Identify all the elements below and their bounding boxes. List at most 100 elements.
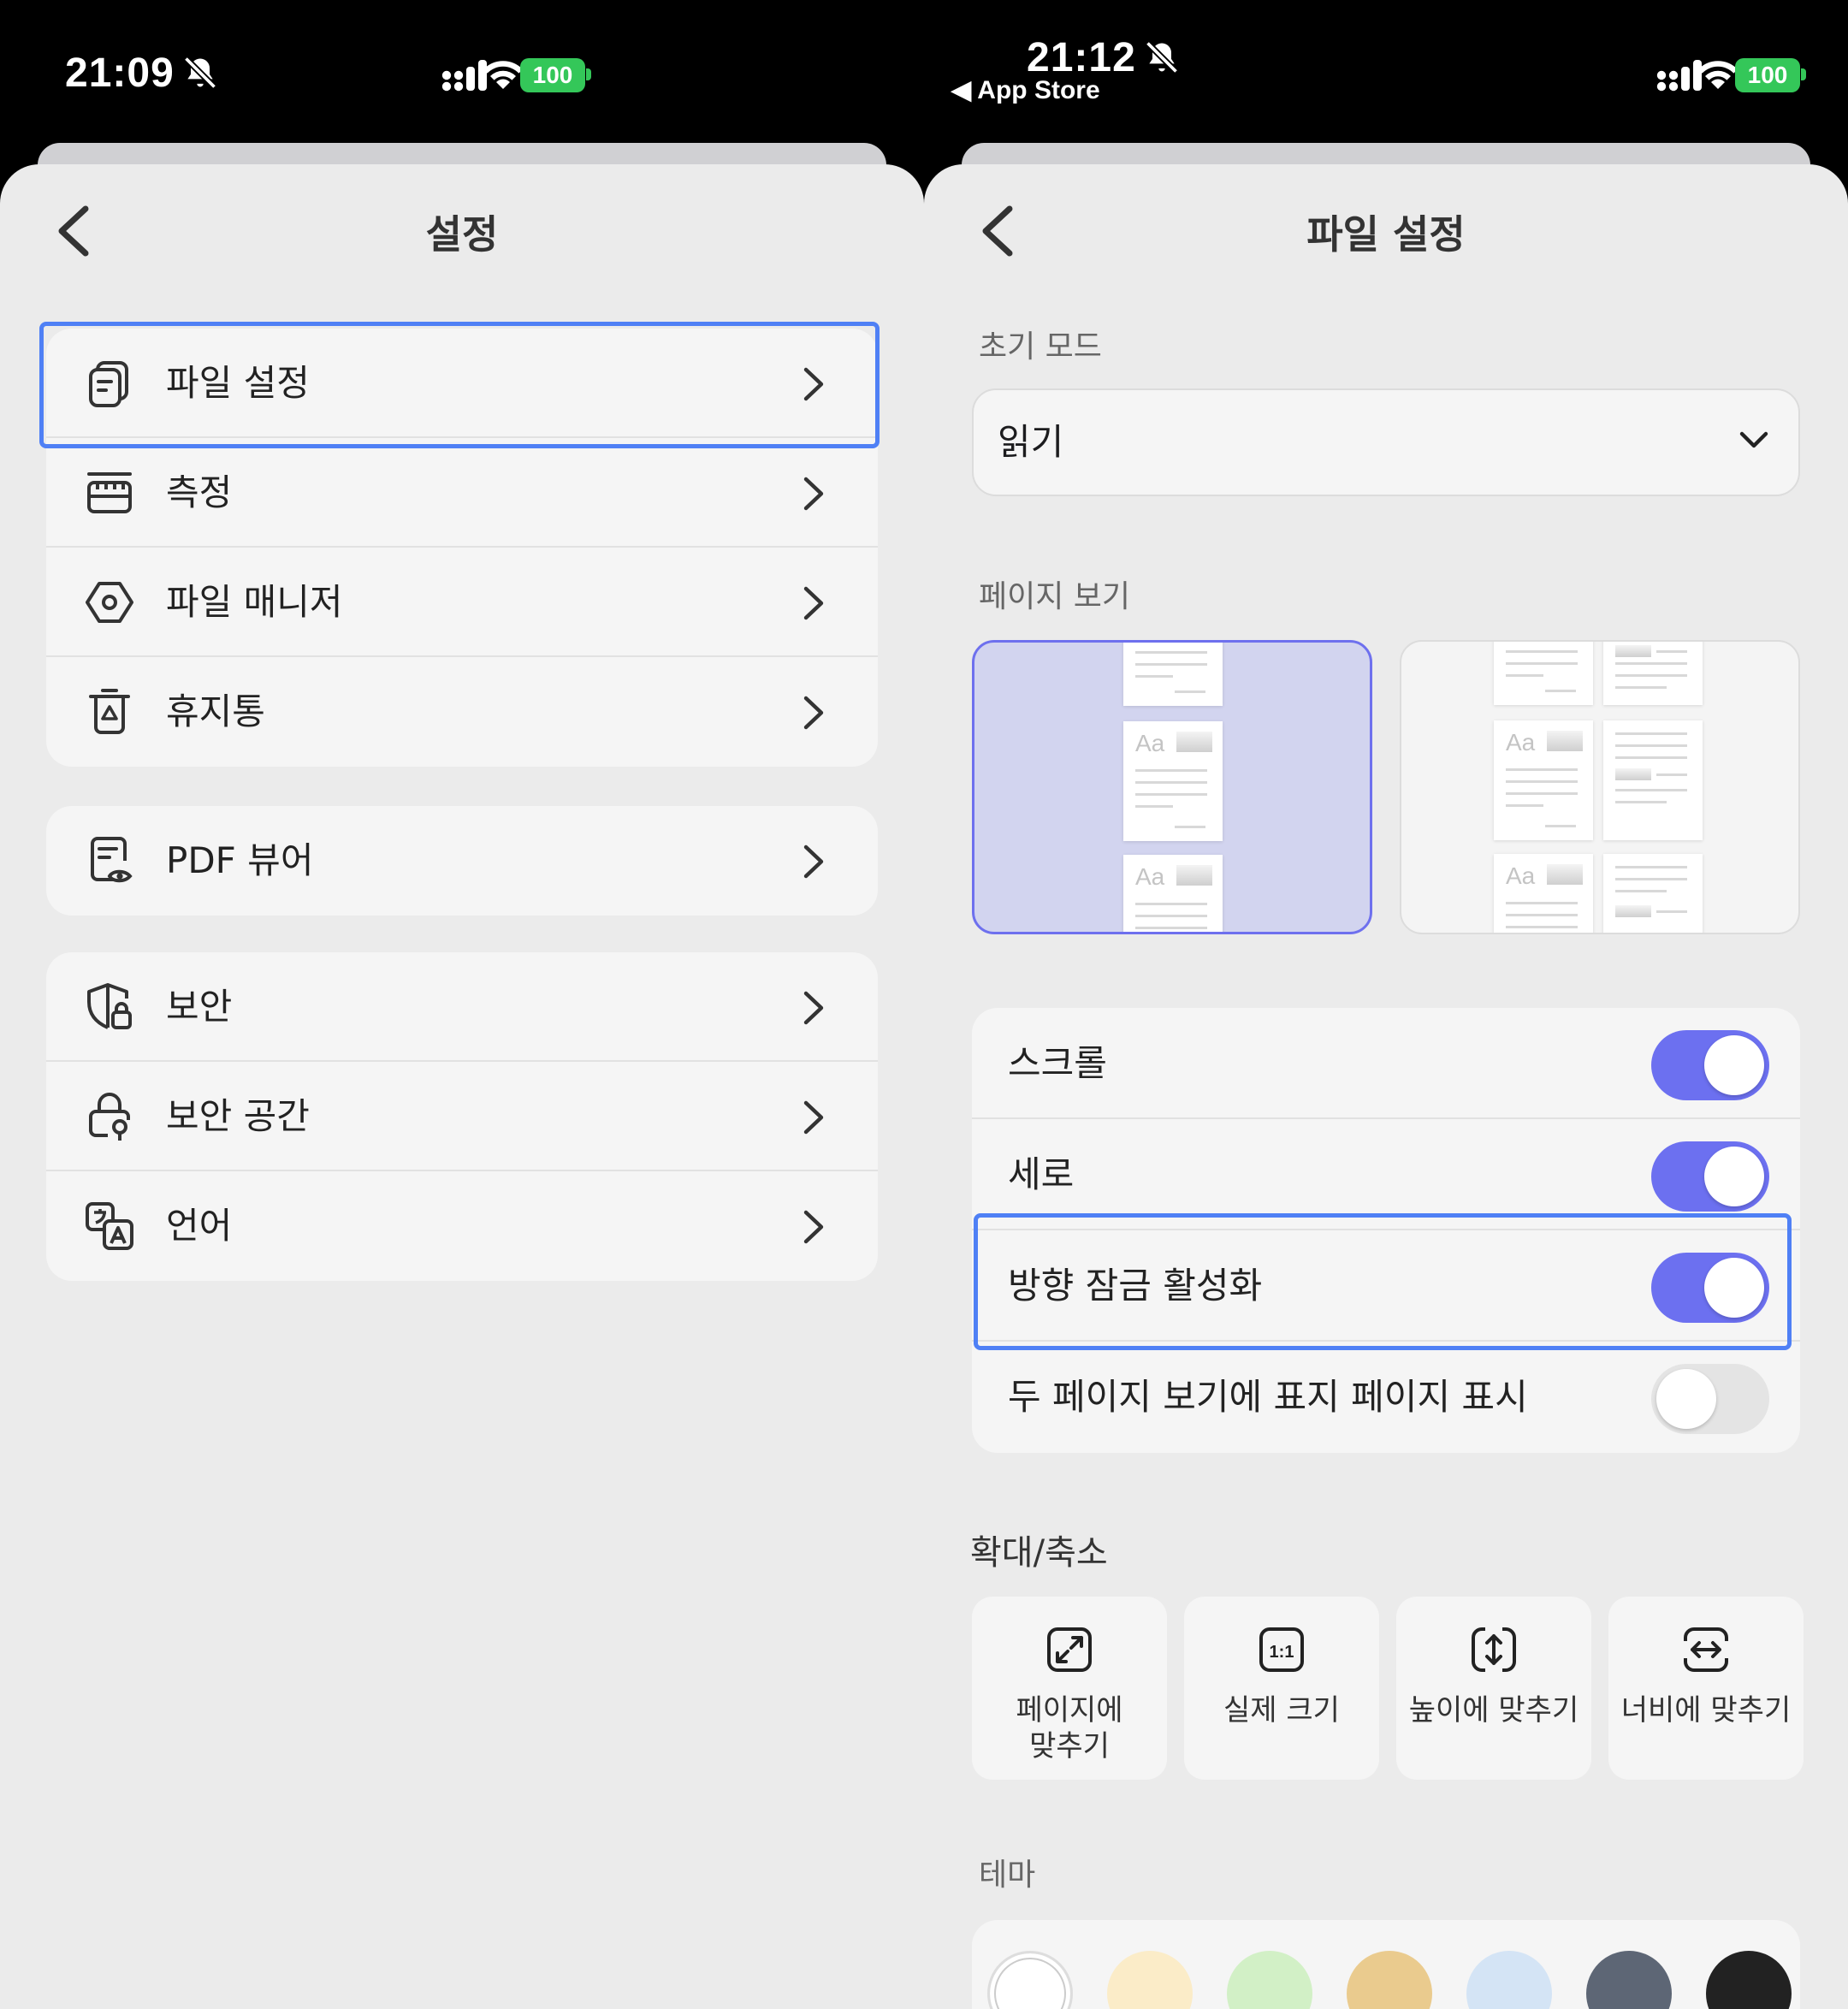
page-view-label: 페이지 보기 (979, 579, 1131, 614)
wifi-icon (483, 61, 523, 89)
theme-swatch-slate[interactable] (1586, 1951, 1672, 2009)
font-sample-text: Aa (1135, 730, 1165, 756)
chevron-right-icon (803, 477, 824, 511)
silent-bell-icon (183, 56, 216, 90)
theme-label: 테마 (979, 1858, 1036, 1893)
page-title: 파일 설정 (1306, 211, 1466, 258)
settings-item-label: 휴지통 (166, 690, 265, 732)
wifi-icon (1698, 61, 1738, 89)
settings-item-pdf-viewer[interactable]: PDF 뷰어 (46, 806, 878, 916)
orientation-lock-toggle[interactable] (1651, 1253, 1769, 1323)
initial-mode-label: 초기 모드 (979, 329, 1102, 364)
settings-item-label: 파일 설정 (166, 362, 310, 404)
page-thumbnail (1603, 854, 1703, 933)
settings-item-file-settings[interactable]: 파일 설정 (46, 329, 878, 438)
language-icon (86, 1202, 133, 1250)
page-view-double-option[interactable]: Aa Aa (1400, 640, 1800, 934)
toggle-knob (1704, 1258, 1764, 1318)
zoom-option-label: 페이지에 맞추기 (1016, 1693, 1123, 1763)
settings-item-security[interactable]: 보안 (46, 952, 878, 1062)
pdf-viewer-icon (91, 837, 133, 883)
status-time: 21:09 (65, 50, 219, 97)
theme-swatch-blue[interactable] (1466, 1951, 1552, 2009)
file-settings-sheet: 파일 설정 초기 모드 읽기 페이지 보기 Aa Aa Aa Aa 스크롤 세로… (924, 164, 1848, 2009)
settings-item-label: 보안 공간 (166, 1095, 310, 1137)
chevron-right-icon (803, 844, 824, 879)
zoom-option-label: 실제 크기 (1223, 1693, 1340, 1728)
settings-item-trash[interactable]: 휴지통 (46, 657, 878, 767)
settings-item-secure-space[interactable]: 보안 공간 (46, 1062, 878, 1171)
scroll-toggle[interactable] (1651, 1030, 1769, 1100)
ruler-icon (87, 472, 132, 513)
zoom-fit-width-button[interactable]: 너비에 맞추기 (1608, 1597, 1804, 1780)
page-thumbnail (1123, 643, 1223, 706)
theme-swatch-black[interactable] (1706, 1951, 1792, 2009)
toggle-knob (1656, 1369, 1716, 1429)
settings-group-security: 보안 보안 공간 언어 (46, 952, 878, 1281)
settings-item-label: 파일 매니저 (166, 581, 343, 623)
initial-mode-value: 읽기 (998, 421, 1064, 463)
battery-tip (586, 68, 591, 80)
zoom-option-label: 높이에 맞추기 (1408, 1693, 1579, 1728)
initial-mode-select[interactable]: 읽기 (972, 388, 1800, 496)
file-settings-icon (89, 361, 128, 407)
toggle-row-vertical: 세로 (972, 1119, 1800, 1230)
settings-group-viewer: PDF 뷰어 (46, 806, 878, 916)
cover-page-toggle[interactable] (1651, 1364, 1769, 1434)
hexagon-icon (86, 582, 133, 623)
back-to-app-store-link[interactable]: ◀ App Store (951, 75, 1100, 105)
settings-screen: 21:09 100 설정 파일 설정 측정 파일 매니저 휴지통 PDF 뷰어 … (0, 0, 924, 2009)
settings-group-files: 파일 설정 측정 파일 매니저 휴지통 (46, 329, 878, 767)
page-view-single-option[interactable]: Aa Aa (972, 640, 1372, 934)
zoom-option-label: 너비에 맞추기 (1620, 1693, 1792, 1728)
vertical-toggle[interactable] (1651, 1141, 1769, 1212)
chevron-right-icon (803, 1210, 824, 1244)
zoom-actual-size-button[interactable]: 1:1 실제 크기 (1184, 1597, 1379, 1780)
silent-bell-icon (1145, 40, 1178, 74)
trash-icon (89, 689, 130, 734)
page-thumbnail: Aa (1494, 854, 1593, 933)
theme-swatch-tan[interactable] (1347, 1951, 1432, 2009)
zoom-label: 확대/축소 (970, 1533, 1108, 1573)
battery-indicator: 100 (520, 58, 585, 92)
toggle-row-cover-page: 두 페이지 보기에 표지 페이지 표시 (972, 1342, 1800, 1453)
theme-swatch-green[interactable] (1227, 1951, 1312, 2009)
fit-page-icon (1047, 1627, 1092, 1672)
chevron-down-icon (1739, 431, 1768, 448)
toggle-row-orientation-lock: 방향 잠금 활성화 (972, 1230, 1800, 1342)
settings-sheet: 설정 파일 설정 측정 파일 매니저 휴지통 PDF 뷰어 보안 보안 공간 언… (0, 164, 924, 2009)
theme-swatch-white[interactable] (987, 1951, 1073, 2009)
font-sample-text: Aa (1135, 863, 1165, 890)
page-thumbnail (1603, 720, 1703, 840)
toggle-label: 스크롤 (1008, 1042, 1107, 1084)
settings-item-label: PDF 뷰어 (166, 839, 314, 881)
fit-height-icon (1472, 1627, 1516, 1672)
zoom-fit-height-button[interactable]: 높이에 맞추기 (1396, 1597, 1591, 1780)
chevron-right-icon (803, 696, 824, 730)
svg-text:1:1: 1:1 (1270, 1643, 1294, 1662)
settings-item-label: 언어 (166, 1205, 233, 1247)
file-settings-screen: 21:12 ◀ App Store 100 .panel.right .stat… (924, 0, 1848, 2009)
settings-item-label: 측정 (166, 471, 233, 513)
page-thumbnail: Aa (1123, 721, 1223, 841)
settings-item-language[interactable]: 언어 (46, 1171, 878, 1281)
battery-indicator: 100 (1735, 58, 1800, 92)
secure-space-icon (89, 1093, 130, 1141)
theme-swatch-cream[interactable] (1107, 1951, 1193, 2009)
font-sample-text: Aa (1506, 729, 1536, 756)
toggle-label: 두 페이지 보기에 표지 페이지 표시 (1008, 1376, 1528, 1418)
zoom-fit-page-button[interactable]: 페이지에 맞추기 (972, 1597, 1167, 1780)
chevron-right-icon (803, 367, 824, 401)
view-toggles-group: 스크롤 세로 방향 잠금 활성화 두 페이지 보기에 표지 페이지 표시 (972, 1008, 1800, 1453)
shield-lock-icon (87, 983, 132, 1029)
page-thumbnail (1494, 642, 1593, 705)
toggle-label: 방향 잠금 활성화 (1008, 1265, 1263, 1307)
theme-swatches-row (972, 1920, 1800, 2009)
settings-item-measure[interactable]: 측정 (46, 438, 878, 548)
fit-width-icon (1684, 1627, 1728, 1672)
settings-item-file-manager[interactable]: 파일 매니저 (46, 548, 878, 657)
status-bar: 21:12 ◀ App Store 100 (924, 0, 1848, 141)
chevron-right-icon (803, 586, 824, 620)
status-time: 21:12 (1027, 34, 1181, 81)
actual-size-icon: 1:1 (1259, 1627, 1304, 1672)
